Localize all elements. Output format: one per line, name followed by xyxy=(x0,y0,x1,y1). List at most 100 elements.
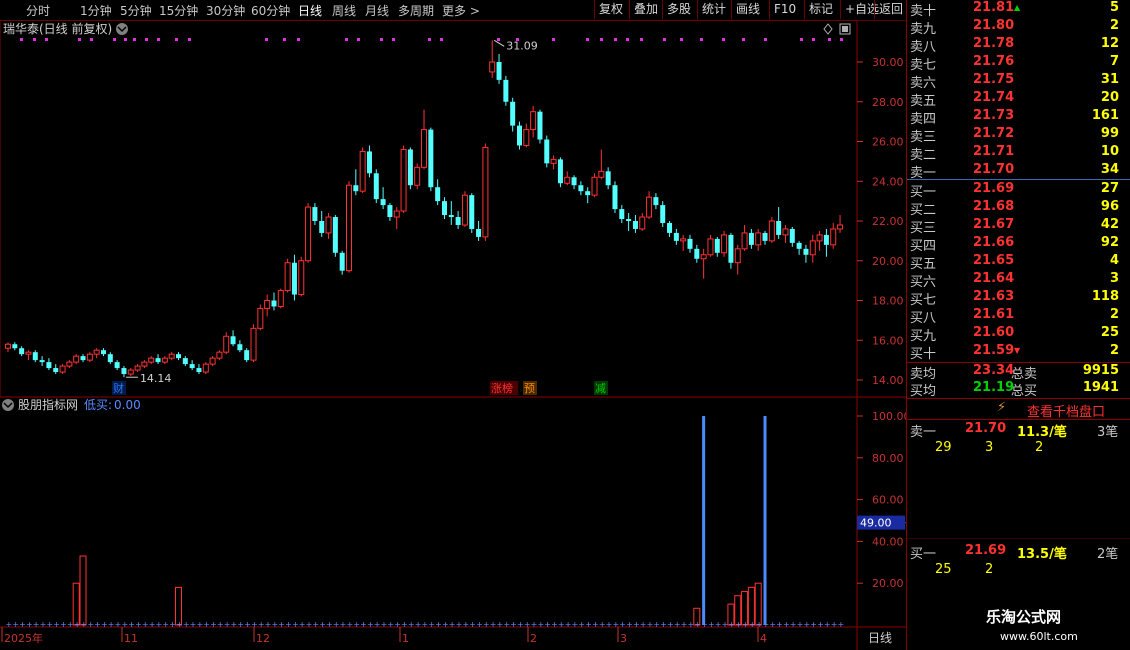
toolbar-button-5[interactable]: F10 xyxy=(769,0,796,19)
sell-level-row[interactable]: 卖三 21.72 99 xyxy=(907,126,1130,145)
svg-text:+: + xyxy=(599,620,606,629)
period-tab-3[interactable]: 15分钟 xyxy=(159,2,198,19)
svg-text:+: + xyxy=(694,620,701,629)
candle xyxy=(407,147,413,190)
chevron-down-icon[interactable] xyxy=(2,399,14,411)
total-label: 总买 xyxy=(1011,384,1038,399)
toolbar-button-3[interactable]: 统计 xyxy=(697,0,726,19)
level-volume: 99 xyxy=(1100,126,1119,141)
candle xyxy=(503,75,509,106)
level-label: 买四 xyxy=(910,239,937,254)
candle xyxy=(237,340,243,353)
svg-text:+: + xyxy=(94,620,101,629)
svg-text:涨榜: 涨榜 xyxy=(491,381,513,395)
svg-text:+: + xyxy=(749,620,756,629)
svg-text:+: + xyxy=(572,620,579,629)
candle xyxy=(619,205,625,223)
candle xyxy=(803,244,809,263)
toolbar-button-6[interactable]: 标记 xyxy=(804,0,833,19)
level-volume: 10 xyxy=(1100,144,1119,159)
diamond-icon[interactable] xyxy=(823,23,833,35)
buy-level-row[interactable]: 买十 21.59 ▼ 2 xyxy=(907,343,1130,362)
candle xyxy=(523,123,530,148)
orderbook-panel: 卖十 21.81 ▲ 5 卖九 21.80 2 卖八 21.78 12 卖七 21.76 7 卖六 21.7… xyxy=(906,0,1130,650)
level-volume: 25 xyxy=(1100,325,1119,340)
buy-level-row[interactable]: 买三 21.67 42 xyxy=(907,217,1130,236)
period-tab-2[interactable]: 5分钟 xyxy=(120,2,152,19)
sell-level-row[interactable]: 卖八 21.78 12 xyxy=(907,36,1130,55)
chevron-down-icon[interactable] xyxy=(116,23,128,35)
candle xyxy=(66,360,73,369)
svg-text:+: + xyxy=(142,620,149,629)
window-icon[interactable] xyxy=(839,23,851,35)
svg-text:+: + xyxy=(40,620,47,629)
period-tab-4[interactable]: 30分钟 xyxy=(206,2,245,19)
sell-level-row[interactable]: 卖一 21.70 34 xyxy=(907,162,1130,181)
period-tab-7[interactable]: 周线 xyxy=(332,2,356,19)
signal-dot-row xyxy=(20,38,843,41)
candle xyxy=(721,230,728,257)
sell-level-row[interactable]: 卖二 21.71 10 xyxy=(907,144,1130,163)
buy-level-row[interactable]: 买五 21.65 4 xyxy=(907,253,1130,272)
sell-level-row[interactable]: 卖五 21.74 20 xyxy=(907,90,1130,109)
average-price: 23.34 xyxy=(973,363,1015,378)
candle xyxy=(646,191,653,220)
period-tab-8[interactable]: 月线 xyxy=(365,2,389,19)
buy-level-row[interactable]: 买六 21.64 3 xyxy=(907,271,1130,290)
svg-text:+: + xyxy=(265,620,272,629)
period-tab-5[interactable]: 60分钟 xyxy=(251,2,290,19)
candle xyxy=(741,224,748,251)
period-tab-10[interactable]: 更多 > xyxy=(442,2,480,19)
candle xyxy=(127,368,134,377)
toolbar-button-1[interactable]: 叠加 xyxy=(629,0,658,19)
candle xyxy=(537,109,543,144)
candle xyxy=(25,350,32,361)
sell-level-row[interactable]: 卖六 21.75 31 xyxy=(907,72,1130,91)
buy-level-row[interactable]: 买七 21.63 118 xyxy=(907,289,1130,308)
candle xyxy=(271,292,277,311)
candle xyxy=(585,187,591,204)
period-tab-9[interactable]: 多周期 xyxy=(398,2,434,19)
candle xyxy=(359,147,366,194)
event-tag[interactable]: 预 xyxy=(523,381,537,395)
buy-level-row[interactable]: 买二 21.68 96 xyxy=(907,199,1130,218)
period-tab-6[interactable]: 日线 xyxy=(298,2,322,19)
chart-area[interactable]: 30.0028.0026.0024.0022.0020.0018.0016.00… xyxy=(0,20,906,650)
event-tag[interactable]: 减 xyxy=(594,381,608,395)
buy-level-row[interactable]: 买八 21.61 2 xyxy=(907,307,1130,326)
toolbar-button-0[interactable]: 复权 xyxy=(594,0,623,19)
svg-text:+: + xyxy=(156,620,163,629)
toolbar-button-2[interactable]: 多股 xyxy=(662,0,691,19)
toolbar-button-8[interactable]: 返回 xyxy=(874,0,903,19)
candle xyxy=(86,352,93,363)
svg-text:+: + xyxy=(537,620,544,629)
queue-button[interactable]: ⚡ 查看千档盘口 xyxy=(907,398,1130,420)
event-tag[interactable]: 涨榜 xyxy=(490,381,518,395)
candle xyxy=(209,356,216,367)
svg-text:+: + xyxy=(681,620,688,629)
svg-text:+: + xyxy=(585,620,592,629)
svg-text:+: + xyxy=(299,620,306,629)
period-tab-0[interactable]: 分时 xyxy=(26,2,50,19)
buy-level-row[interactable]: 买九 21.60 25 xyxy=(907,325,1130,344)
candle xyxy=(332,215,338,257)
period-tab-1[interactable]: 1分钟 xyxy=(80,2,112,19)
candle xyxy=(223,332,230,355)
sell-level-row[interactable]: 卖九 21.80 2 xyxy=(907,18,1130,37)
sell-level-row[interactable]: 卖七 21.76 7 xyxy=(907,54,1130,73)
candle xyxy=(428,127,434,192)
toolbar-button-4[interactable]: 画线 xyxy=(731,0,760,19)
buy-level-row[interactable]: 买四 21.66 92 xyxy=(907,235,1130,254)
indicator-tick-label: 80.00 xyxy=(872,452,904,465)
svg-text:+: + xyxy=(783,620,790,629)
event-tag[interactable]: 财 xyxy=(112,381,126,395)
svg-text:+: + xyxy=(196,620,203,629)
candle xyxy=(782,224,789,243)
candle xyxy=(182,356,188,367)
candle xyxy=(550,155,557,170)
buy-level-row[interactable]: 买一 21.69 27 xyxy=(907,181,1130,200)
sell-level-row[interactable]: 卖四 21.73 161 xyxy=(907,108,1130,127)
sell-level-row[interactable]: 卖十 21.81 ▲ 5 xyxy=(907,0,1130,19)
svg-text:+: + xyxy=(619,620,626,629)
queue-divider xyxy=(907,538,1130,539)
